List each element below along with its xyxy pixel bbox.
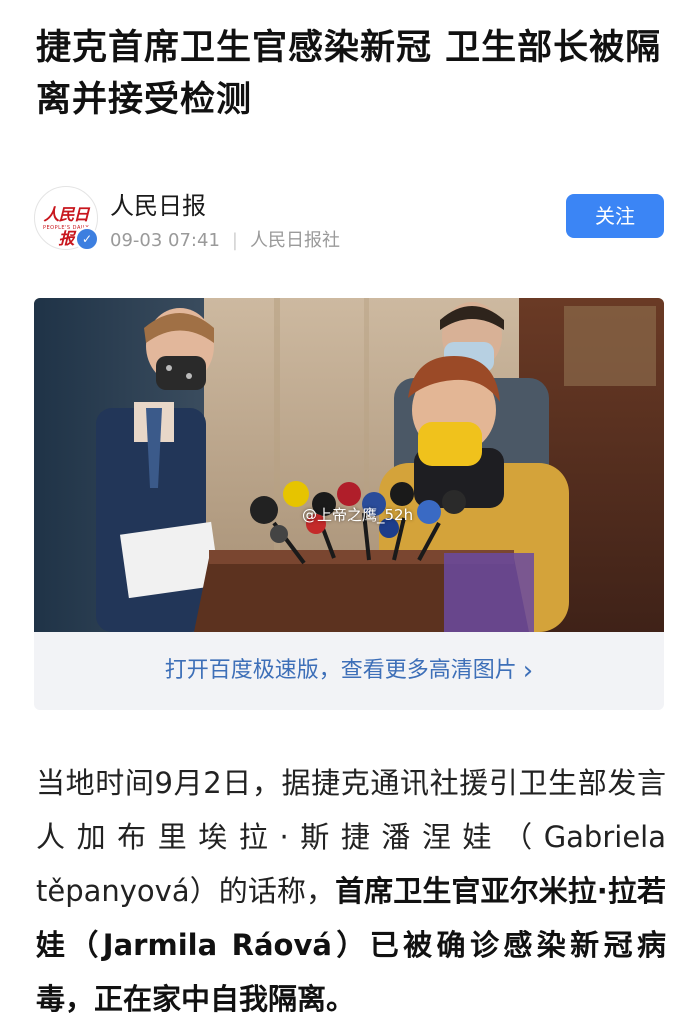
- author-row: 人民日报 PEOPLE'S DAILY ✓ 人民日报 09-03 07:41 | 人…: [34, 186, 666, 256]
- open-app-label: 打开百度极速版，查看更多高清图片: [164, 658, 517, 683]
- author-meta: 09-03 07:41 | 人民日报社: [110, 226, 340, 252]
- meta-divider: |: [231, 230, 238, 251]
- image-watermark: @上帝之鹰_52h: [302, 506, 414, 524]
- article-body: 当地时间9月2日，据捷克通讯社援引卫生部发言人加布里埃拉·斯捷潘涅娃（Gabri…: [36, 756, 666, 1026]
- open-app-banner[interactable]: 打开百度极速版，查看更多高清图片 ›: [34, 632, 664, 710]
- verified-check-icon: ✓: [75, 227, 99, 251]
- article-photo[interactable]: @上帝之鹰_52h: [34, 298, 664, 632]
- author-name[interactable]: 人民日报: [110, 186, 206, 221]
- chevron-right-icon: ›: [522, 656, 534, 686]
- publish-source: 人民日报社: [249, 230, 340, 251]
- article-title: 捷克首席卫生官感染新冠 卫生部长被隔离并接受检测: [36, 28, 662, 120]
- press-conference-photo: [34, 298, 664, 632]
- publish-date: 09-03 07:41: [110, 230, 220, 251]
- follow-button[interactable]: 关注: [566, 194, 664, 238]
